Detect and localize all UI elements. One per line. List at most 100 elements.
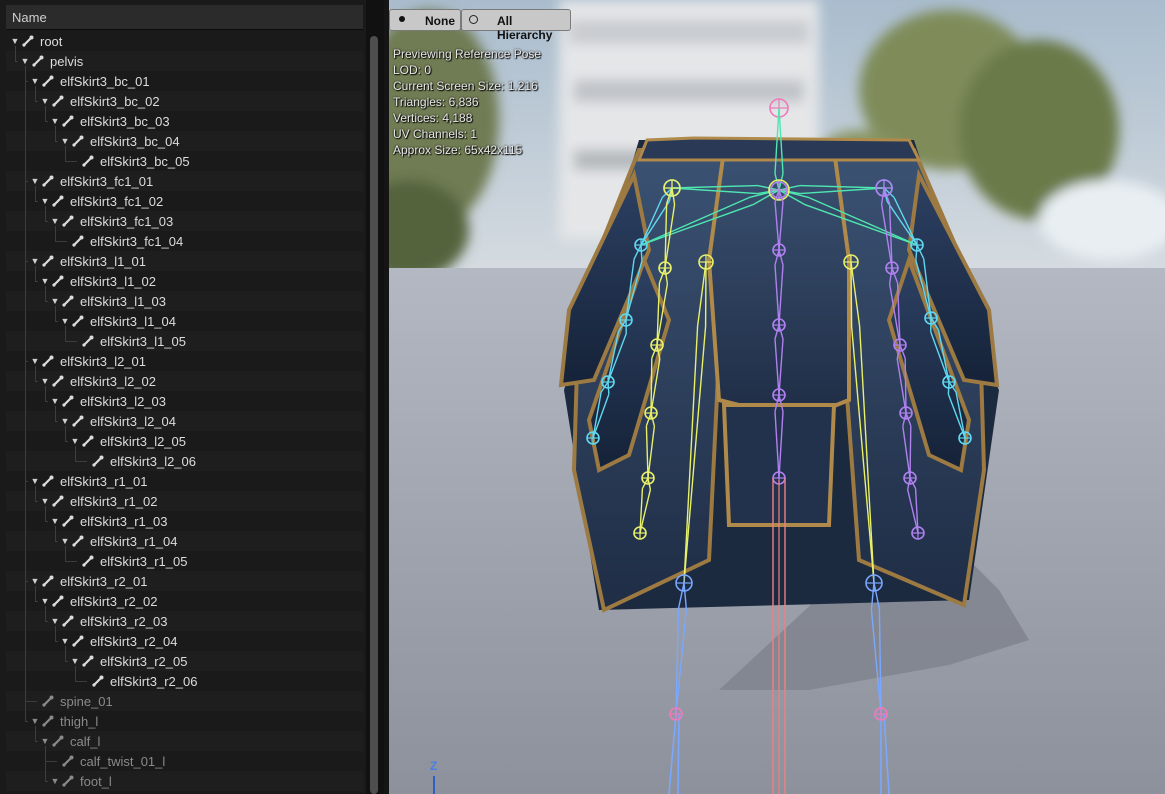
tree-row[interactable]: elfSkirt3_l1_05 — [6, 331, 363, 351]
expand-arrow-icon[interactable]: ▼ — [60, 636, 70, 646]
tree-row[interactable]: ▼ root — [6, 31, 363, 51]
tree-row[interactable]: ▼ elfSkirt3_r1_01 — [6, 471, 363, 491]
tree-row[interactable]: ▼ elfSkirt3_l1_03 — [6, 291, 363, 311]
tree-guide-line — [55, 141, 58, 142]
expand-arrow-icon[interactable]: ▼ — [30, 356, 40, 366]
expand-arrow-icon[interactable]: ▼ — [50, 516, 60, 526]
expand-arrow-icon[interactable]: ▼ — [60, 316, 70, 326]
tree-row[interactable]: ▼ elfSkirt3_l2_01 — [6, 351, 363, 371]
expand-arrow-icon[interactable]: ▼ — [20, 56, 30, 66]
expand-arrow-icon[interactable]: ▼ — [50, 616, 60, 626]
expand-arrow-icon[interactable]: ▼ — [40, 96, 50, 106]
tree-row-label: elfSkirt3_r2_03 — [80, 614, 168, 629]
tree-guide-line — [45, 401, 48, 402]
tree-row[interactable]: ▼ foot_l — [6, 771, 363, 791]
bone-icon — [71, 234, 85, 248]
tree-row[interactable]: ▼ elfSkirt3_l1_01 — [6, 251, 363, 271]
tree-row[interactable]: ▼ calf_l — [6, 731, 363, 751]
tree-row[interactable]: ▼ elfSkirt3_r1_02 — [6, 491, 363, 511]
tree-row[interactable]: ▼ elfSkirt3_l1_04 — [6, 311, 363, 331]
expand-arrow-icon[interactable]: ▼ — [40, 596, 50, 606]
tree-row-label: calf_l — [70, 734, 101, 749]
tree-guide-line — [55, 226, 56, 241]
tree-scrollbar[interactable] — [366, 0, 384, 794]
expand-arrow-icon[interactable]: ▼ — [40, 276, 50, 286]
expand-arrow-icon[interactable]: ▼ — [50, 776, 60, 786]
bone-icon — [61, 294, 75, 308]
bone-icon — [41, 174, 55, 188]
tree-row[interactable]: ▼ elfSkirt3_bc_02 — [6, 91, 363, 111]
bone-visibility-none-button[interactable]: None — [389, 9, 461, 31]
tree-row[interactable]: ▼ elfSkirt3_bc_03 — [6, 111, 363, 131]
expand-arrow-icon[interactable]: ▼ — [40, 736, 50, 746]
tree-row[interactable]: ▼ elfSkirt3_bc_04 — [6, 131, 363, 151]
tree-row[interactable]: ▼ elfSkirt3_r1_04 — [6, 531, 363, 551]
expand-arrow-icon[interactable]: ▼ — [40, 496, 50, 506]
tree-row[interactable]: elfSkirt3_bc_05 — [6, 151, 363, 171]
tree-row-label: spine_01 — [60, 694, 113, 709]
tree-row[interactable]: elfSkirt3_l2_06 — [6, 451, 363, 471]
expand-arrow-icon[interactable]: ▼ — [70, 436, 80, 446]
tree-column-header[interactable]: Name — [6, 5, 363, 30]
expand-arrow-icon[interactable]: ▼ — [30, 256, 40, 266]
tree-row[interactable]: ▼ elfSkirt3_r1_03 — [6, 511, 363, 531]
expand-arrow-icon[interactable]: ▼ — [40, 196, 50, 206]
tree-row-label: root — [40, 34, 63, 49]
bone-icon — [51, 194, 65, 208]
expand-arrow-icon[interactable]: ▼ — [70, 656, 80, 666]
tree-guide-line — [45, 521, 48, 522]
expand-arrow-icon[interactable]: ▼ — [30, 76, 40, 86]
expand-arrow-icon[interactable]: ▼ — [50, 216, 60, 226]
expand-arrow-icon[interactable]: ▼ — [40, 376, 50, 386]
tree-guide-line — [25, 701, 37, 702]
tree-row[interactable]: ▼ elfSkirt3_fc1_01 — [6, 171, 363, 191]
tree-row[interactable]: ▼ elfSkirt3_r2_01 — [6, 571, 363, 591]
tree-scrollbar-thumb[interactable] — [370, 36, 378, 794]
tree-row[interactable]: elfSkirt3_r2_06 — [6, 671, 363, 691]
bone-icon — [51, 94, 65, 108]
tree-row[interactable]: elfSkirt3_r1_05 — [6, 551, 363, 571]
expand-arrow-icon[interactable]: ▼ — [50, 116, 60, 126]
bone-icon — [51, 374, 65, 388]
tree-row[interactable]: ▼ thigh_l — [6, 711, 363, 731]
tree-row[interactable]: ▼ elfSkirt3_l2_05 — [6, 431, 363, 451]
expand-arrow-icon[interactable]: ▼ — [60, 136, 70, 146]
tree-row[interactable]: calf_twist_01_l — [6, 751, 363, 771]
expand-arrow-icon[interactable]: ▼ — [30, 576, 40, 586]
tree-guide-line — [55, 321, 58, 322]
expand-arrow-icon[interactable]: ▼ — [60, 536, 70, 546]
tree-row[interactable]: ▼ elfSkirt3_r2_04 — [6, 631, 363, 651]
tree-row[interactable]: ▼ elfSkirt3_l1_02 — [6, 271, 363, 291]
bone-icon — [71, 634, 85, 648]
tree-guide-line — [55, 541, 58, 542]
expand-arrow-icon[interactable]: ▼ — [50, 296, 60, 306]
tree-row[interactable]: ▼ elfSkirt3_fc1_02 — [6, 191, 363, 211]
stats-lod: LOD: 0 — [393, 63, 432, 77]
tree-row[interactable]: ▼ elfSkirt3_bc_01 — [6, 71, 363, 91]
expand-arrow-icon[interactable]: ▼ — [30, 476, 40, 486]
tree-row-label: elfSkirt3_l2_04 — [90, 414, 176, 429]
bone-icon — [61, 394, 75, 408]
tree-guide-line — [45, 221, 48, 222]
bone-visibility-all-hierarchy-button[interactable]: All Hierarchy — [461, 9, 571, 42]
tree-row[interactable]: ▼ elfSkirt3_l2_04 — [6, 411, 363, 431]
tree-row[interactable]: ▼ pelvis — [6, 51, 363, 71]
expand-arrow-icon[interactable]: ▼ — [60, 416, 70, 426]
preview-viewport[interactable]: None All Hierarchy Previewing Reference … — [389, 0, 1165, 794]
expand-arrow-icon[interactable]: ▼ — [50, 396, 60, 406]
tree-row[interactable]: ▼ elfSkirt3_r2_02 — [6, 591, 363, 611]
tree-guide-line — [65, 561, 77, 562]
tree-row[interactable]: spine_01 — [6, 691, 363, 711]
tree-row[interactable]: ▼ elfSkirt3_l2_02 — [6, 371, 363, 391]
expand-arrow-icon[interactable]: ▼ — [10, 36, 20, 46]
tree-row[interactable]: ▼ elfSkirt3_l2_03 — [6, 391, 363, 411]
tree-row[interactable]: ▼ elfSkirt3_r2_05 — [6, 651, 363, 671]
tree-row[interactable]: ▼ elfSkirt3_r2_03 — [6, 611, 363, 631]
expand-arrow-icon[interactable]: ▼ — [30, 716, 40, 726]
bone-icon — [41, 354, 55, 368]
stats-uv-channels: UV Channels: 1 — [393, 127, 478, 141]
bone-icon — [41, 694, 55, 708]
tree-row-label: elfSkirt3_r2_02 — [70, 594, 158, 609]
expand-arrow-icon[interactable]: ▼ — [30, 176, 40, 186]
tree-row[interactable]: ▼ elfSkirt3_fc1_03 — [6, 211, 363, 231]
